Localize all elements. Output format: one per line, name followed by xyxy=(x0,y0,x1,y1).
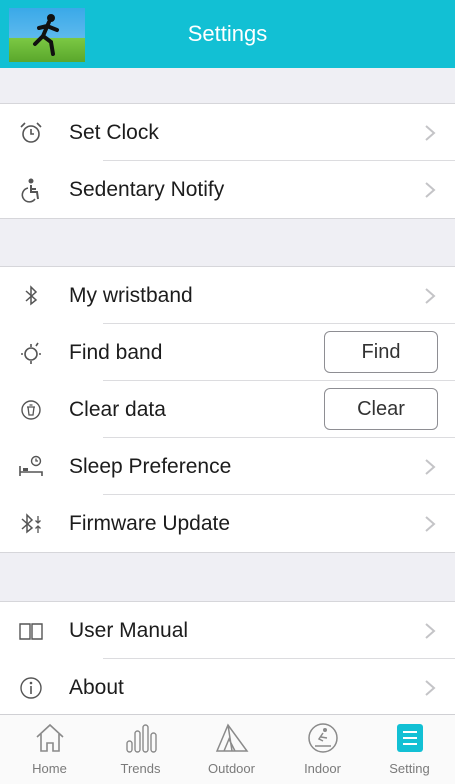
firmware-update-row[interactable]: Firmware Update xyxy=(0,495,455,552)
tab-indoor-label: Indoor xyxy=(304,761,341,776)
book-icon xyxy=(19,623,43,640)
set-clock-label: Set Clock xyxy=(69,121,159,144)
alarm-clock-icon xyxy=(20,122,42,143)
info-icon xyxy=(20,677,42,699)
outdoor-tent-icon xyxy=(215,723,249,752)
find-band-icon xyxy=(21,342,41,364)
tab-home[interactable]: Home xyxy=(4,715,95,784)
firmware-update-label: Firmware Update xyxy=(69,512,231,535)
about-label: About xyxy=(69,676,124,699)
sedentary-notify-label: Sedentary Notify xyxy=(69,178,225,201)
clear-data-row: Clear data Clear xyxy=(0,381,455,438)
sedentary-person-icon xyxy=(21,178,39,203)
tab-bar: Home Trends Outdoor Indoor Setting xyxy=(0,714,455,784)
my-wristband-label: My wristband xyxy=(69,284,193,307)
user-manual-row[interactable]: User Manual xyxy=(0,602,455,659)
tab-setting-label: Setting xyxy=(389,761,430,776)
chevron-right-icon xyxy=(425,516,436,532)
clear-data-label: Clear data xyxy=(69,398,166,421)
chevron-right-icon xyxy=(425,182,436,198)
find-button[interactable]: Find xyxy=(324,331,438,373)
settings-group-1: Set Clock Sedentary Notify xyxy=(0,103,455,219)
settings-list-icon xyxy=(397,724,423,752)
my-wristband-row[interactable]: My wristband xyxy=(0,267,455,324)
chevron-right-icon xyxy=(425,680,436,696)
tab-setting[interactable]: Setting xyxy=(364,715,455,784)
sleep-preference-label: Sleep Preference xyxy=(69,455,232,478)
bluetooth-update-icon xyxy=(21,513,41,534)
tab-home-label: Home xyxy=(32,761,67,776)
user-manual-label: User Manual xyxy=(69,619,189,642)
settings-group-3: User Manual About xyxy=(0,601,455,717)
tab-outdoor[interactable]: Outdoor xyxy=(186,715,277,784)
set-clock-row[interactable]: Set Clock xyxy=(0,104,455,161)
header-bar: Settings xyxy=(0,0,455,68)
tab-trends[interactable]: Trends xyxy=(95,715,186,784)
chevron-right-icon xyxy=(425,288,436,304)
sleep-bed-icon xyxy=(19,455,43,476)
chevron-right-icon xyxy=(425,459,436,475)
about-row[interactable]: About xyxy=(0,659,455,716)
settings-group-2: My wristband Find band Find Clear data C… xyxy=(0,266,455,553)
tab-trends-label: Trends xyxy=(120,761,161,776)
trash-circle-icon xyxy=(21,400,41,420)
bluetooth-icon xyxy=(25,285,38,306)
trends-bars-icon xyxy=(126,724,157,753)
tab-indoor[interactable]: Indoor xyxy=(277,715,368,784)
chevron-right-icon xyxy=(425,125,436,141)
sedentary-notify-row[interactable]: Sedentary Notify xyxy=(0,161,455,218)
page-title: Settings xyxy=(187,21,268,46)
find-band-label: Find band xyxy=(69,341,163,364)
chevron-right-icon xyxy=(425,623,436,639)
clear-button[interactable]: Clear xyxy=(324,388,438,430)
home-icon xyxy=(36,723,64,752)
tab-outdoor-label: Outdoor xyxy=(208,761,255,776)
indoor-treadmill-icon xyxy=(308,723,338,753)
sleep-preference-row[interactable]: Sleep Preference xyxy=(0,438,455,495)
find-band-row: Find band Find xyxy=(0,324,455,381)
